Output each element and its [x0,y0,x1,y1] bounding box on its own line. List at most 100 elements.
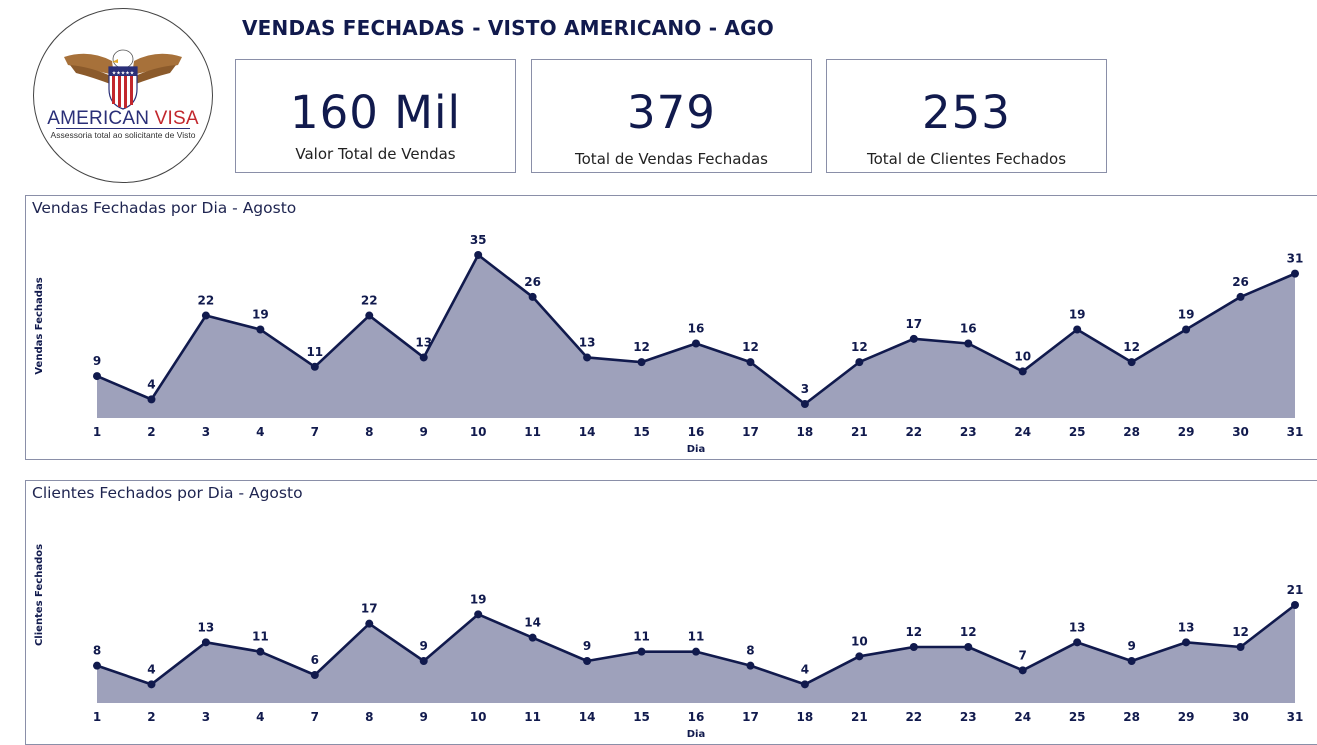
x-tick-label: 30 [1232,710,1249,724]
x-tick-label: 22 [905,425,922,439]
data-point[interactable] [1291,269,1299,278]
data-point[interactable] [1127,358,1136,367]
data-point[interactable] [909,643,918,651]
data-label: 6 [311,653,319,667]
data-point[interactable] [855,652,864,661]
data-point[interactable] [692,339,700,348]
data-point[interactable] [310,671,319,679]
x-axis-label: Dia [687,729,705,740]
data-point[interactable] [528,633,537,642]
data-point[interactable] [637,358,646,367]
x-tick-label: 2 [147,425,155,439]
data-point[interactable] [310,362,319,371]
data-point[interactable] [637,647,646,656]
data-label: 22 [361,294,378,308]
x-tick-label: 15 [633,710,650,724]
svg-text:★★★★★: ★★★★★ [112,71,135,77]
data-point[interactable] [746,661,755,670]
data-point[interactable] [583,353,592,362]
data-point[interactable] [256,325,265,334]
data-point[interactable] [419,353,428,362]
card-value: 379 [627,86,716,139]
x-tick-label: 4 [256,710,264,724]
x-tick-label: 2 [147,710,155,724]
data-point[interactable] [1073,638,1082,647]
x-tick-label: 28 [1123,710,1140,724]
x-tick-label: 21 [851,710,868,724]
data-point[interactable] [1236,643,1245,651]
data-point[interactable] [1018,367,1027,376]
data-point[interactable] [474,251,483,259]
x-tick-label: 1 [93,710,101,724]
data-label: 35 [470,233,487,247]
x-tick-label: 23 [960,425,977,439]
data-point[interactable] [964,339,973,348]
x-tick-label: 23 [960,710,977,724]
x-tick-label: 18 [797,710,814,724]
data-label: 12 [633,340,650,354]
data-point[interactable] [365,311,374,320]
data-label: 19 [470,592,487,606]
data-label: 19 [252,308,269,322]
data-point[interactable] [474,610,483,619]
data-point[interactable] [746,358,755,367]
x-tick-label: 7 [311,710,319,724]
x-tick-label: 16 [688,710,705,724]
data-point[interactable] [583,657,592,665]
data-point[interactable] [93,661,101,670]
data-label: 9 [583,639,591,653]
series-area [97,255,1295,418]
x-tick-label: 14 [579,425,596,439]
x-tick-label: 28 [1123,425,1140,439]
data-point[interactable] [1182,638,1191,647]
data-label: 16 [688,321,705,335]
x-tick-label: 21 [851,425,868,439]
x-tick-label: 4 [256,425,264,439]
data-point[interactable] [147,680,156,689]
data-label: 12 [960,625,977,639]
data-label: 11 [633,630,650,644]
data-point[interactable] [855,358,864,367]
card-label: Total de Clientes Fechados [866,150,1067,168]
data-point[interactable] [93,372,101,381]
x-tick-label: 9 [420,710,428,724]
data-point[interactable] [909,334,918,343]
data-point[interactable] [1018,666,1027,675]
card-label: Valor Total de Vendas [295,145,456,163]
data-label: 10 [851,634,868,648]
data-label: 9 [420,639,428,653]
data-point[interactable] [419,657,428,665]
logo-tagline: Assessoria total ao solicitante de Visto [50,130,196,140]
x-tick-label: 9 [420,425,428,439]
data-point[interactable] [201,311,210,320]
data-label: 8 [746,644,754,658]
data-point[interactable] [365,619,374,628]
data-point[interactable] [1291,601,1299,609]
data-point[interactable] [528,292,537,301]
data-label: 17 [361,602,378,616]
data-label: 4 [147,662,155,676]
data-point[interactable] [964,643,973,651]
data-point[interactable] [201,638,210,647]
data-point[interactable] [1073,325,1082,334]
x-tick-label: 29 [1178,425,1195,439]
data-point[interactable] [256,647,265,656]
x-tick-label: 8 [365,425,373,439]
x-tick-label: 14 [579,710,596,724]
data-point[interactable] [1127,657,1136,665]
data-label: 19 [1178,308,1195,322]
data-point[interactable] [800,400,809,409]
data-label: 8 [93,644,101,658]
data-point[interactable] [1236,292,1245,301]
data-point[interactable] [147,395,156,404]
data-point[interactable] [692,647,700,656]
x-tick-label: 16 [688,425,705,439]
american-visa-logo: ★★★★★ AMERICAN VISA Assessoria total ao … [33,8,213,183]
x-tick-label: 15 [633,425,650,439]
data-label: 9 [93,354,101,368]
x-tick-label: 3 [202,425,210,439]
data-label: 3 [801,382,809,396]
data-point[interactable] [1182,325,1191,334]
data-label: 13 [198,620,215,634]
data-point[interactable] [800,680,809,689]
